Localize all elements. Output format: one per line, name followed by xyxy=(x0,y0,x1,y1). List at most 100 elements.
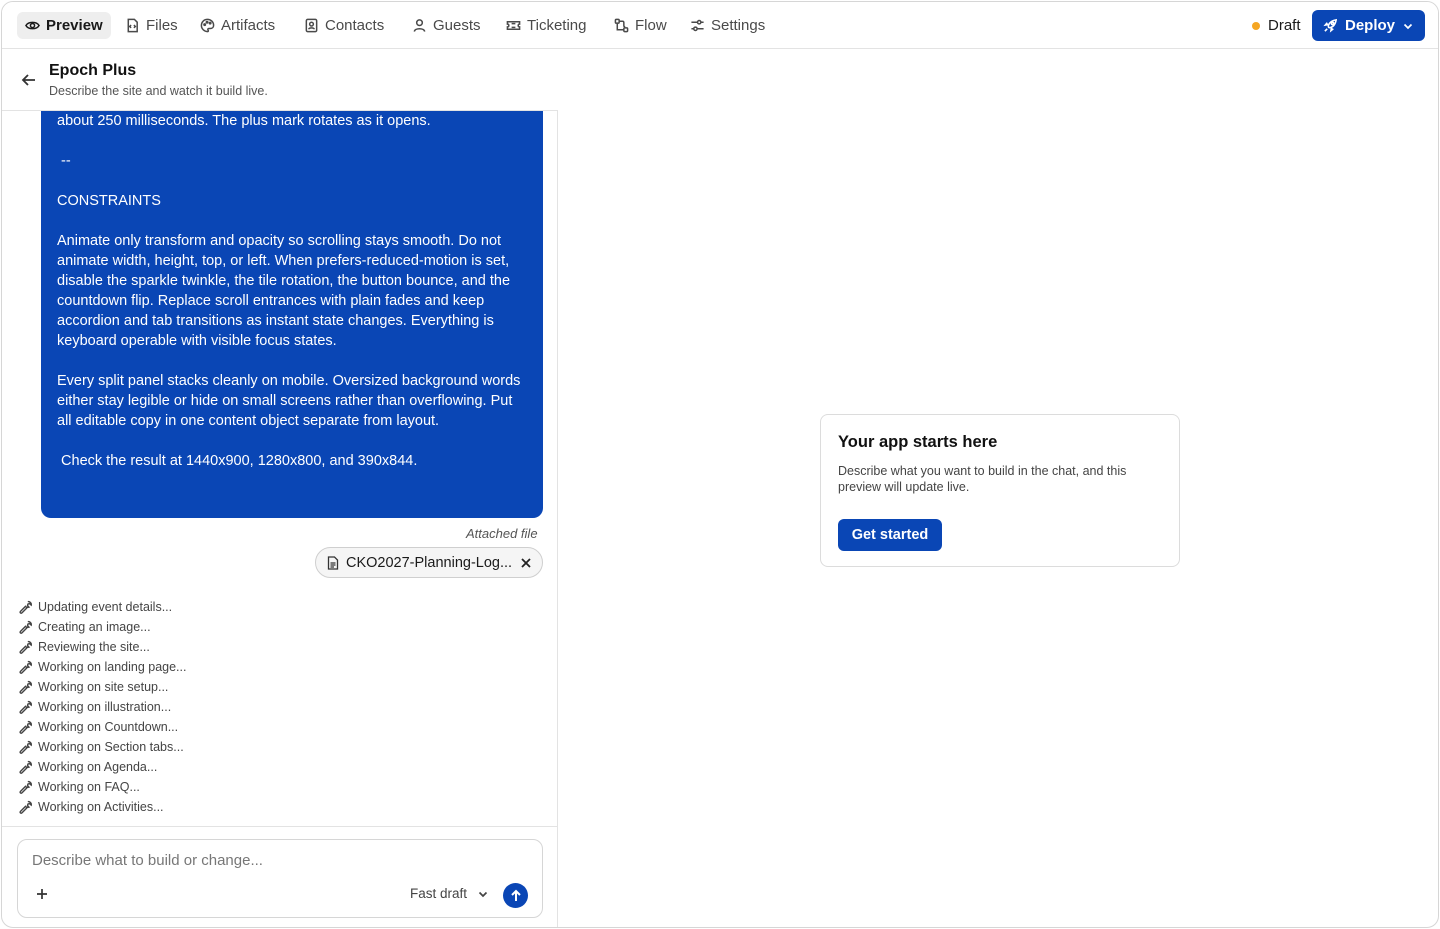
contact-card-icon xyxy=(305,18,318,33)
arrow-left-icon xyxy=(21,74,35,86)
palette-icon xyxy=(200,18,215,33)
chat-header: Epoch Plus Describe the site and watch i… xyxy=(2,49,558,111)
wrench-icon xyxy=(19,680,32,694)
tab-label: Contacts xyxy=(325,17,385,34)
progress-step-label: Working on site setup... xyxy=(38,680,169,694)
tab-label: Settings xyxy=(711,17,766,34)
progress-step-label: Working on Section tabs... xyxy=(38,740,184,754)
tab-artifacts[interactable]: Artifacts xyxy=(192,12,283,39)
progress-step: Working on site setup... xyxy=(18,677,186,697)
tab-label: Artifacts xyxy=(221,17,276,34)
document-icon xyxy=(327,555,339,570)
eye-icon xyxy=(25,21,40,30)
wrench-icon xyxy=(19,620,32,634)
preview-title: Your app starts here xyxy=(838,433,998,451)
deploy-label: Deploy xyxy=(1344,17,1395,34)
progress-step-label: Working on illustration... xyxy=(38,700,172,714)
progress-step-label: Working on Countdown... xyxy=(38,720,179,734)
progress-step-label: Creating an image... xyxy=(38,620,151,634)
wrench-icon xyxy=(19,700,32,714)
mode-label: Fast draft xyxy=(410,886,468,901)
progress-step-label: Working on Activities... xyxy=(38,800,164,814)
progress-step: Working on landing page... xyxy=(18,657,186,677)
top-nav: Preview Files Artifacts Contacts Guests … xyxy=(2,2,1438,49)
wrench-icon xyxy=(19,800,32,814)
tab-contacts[interactable]: Contacts xyxy=(296,12,392,39)
progress-step: Working on FAQ... xyxy=(18,777,186,797)
remove-file-button[interactable] xyxy=(520,557,532,569)
progress-step-label: Working on FAQ... xyxy=(38,780,140,794)
message-line xyxy=(57,131,527,151)
user-icon xyxy=(413,19,426,32)
progress-step: Working on Activities... xyxy=(18,797,186,817)
progress-step: Creating an image... xyxy=(18,617,186,637)
progress-step: Working on Countdown... xyxy=(18,717,186,737)
message-line: Animate only transform and opacity so sc… xyxy=(57,233,515,349)
message-line: Check the result at 1440x900, 1280x800, … xyxy=(57,453,418,469)
status-label: Draft xyxy=(1268,17,1301,34)
composer: Fast draft xyxy=(17,839,543,918)
wrench-icon xyxy=(19,780,32,794)
message-line xyxy=(57,171,527,191)
attached-file-label: Attached file xyxy=(466,526,538,541)
progress-step: Working on Agenda... xyxy=(18,757,186,777)
progress-step-label: Working on Agenda... xyxy=(38,760,158,774)
send-button[interactable] xyxy=(503,883,528,908)
user-message-bubble: about 250 milliseconds. The plus mark ro… xyxy=(41,111,543,518)
empty-preview-card: Your app starts here Describe what you w… xyxy=(820,414,1180,567)
message-line xyxy=(57,211,527,231)
chat-panel: Epoch Plus Describe the site and watch i… xyxy=(2,49,558,927)
rocket-icon xyxy=(1323,18,1338,33)
tab-preview[interactable]: Preview xyxy=(17,12,111,39)
wrench-icon xyxy=(19,740,32,754)
message-line xyxy=(57,431,527,451)
prompt-input[interactable] xyxy=(32,852,522,874)
message-line: -- xyxy=(57,153,71,169)
tab-ticketing[interactable]: Ticketing xyxy=(498,12,594,39)
back-button[interactable] xyxy=(20,71,38,89)
progress-step: Reviewing the site... xyxy=(18,637,186,657)
attached-file-chip[interactable]: CKO2027-Planning-Log... xyxy=(315,547,543,578)
progress-step-label: Reviewing the site... xyxy=(38,640,150,654)
tab-label: Ticketing xyxy=(527,17,587,34)
arrow-up-icon xyxy=(510,889,521,901)
tab-label: Preview xyxy=(46,17,103,34)
message-line xyxy=(57,351,527,371)
wrench-icon xyxy=(19,760,32,774)
message-line: Every split panel stacks cleanly on mobi… xyxy=(57,373,525,429)
attached-file-name: CKO2027-Planning-Log... xyxy=(346,554,513,571)
project-title: Epoch Plus xyxy=(49,62,137,79)
project-subtitle: Describe the site and watch it build liv… xyxy=(49,84,268,98)
chevron-down-icon xyxy=(478,891,488,897)
message-line: CONSTRAINTS xyxy=(57,193,161,209)
progress-step: Working on illustration... xyxy=(18,697,186,717)
mode-select[interactable]: Fast draft xyxy=(410,886,489,901)
progress-step: Updating event details... xyxy=(18,597,186,617)
tab-settings[interactable]: Settings xyxy=(682,12,773,39)
progress-steps: Updating event details... Creating an ima… xyxy=(18,597,186,817)
wrench-icon xyxy=(19,660,32,674)
status-indicator: Draft xyxy=(1252,17,1301,34)
composer-area: Fast draft xyxy=(2,826,558,927)
close-icon xyxy=(521,557,531,568)
tab-files[interactable]: Files xyxy=(117,12,186,39)
plus-icon xyxy=(37,889,47,899)
app-window: Preview Files Artifacts Contacts Guests … xyxy=(1,1,1439,928)
chevron-down-icon xyxy=(1403,23,1413,29)
message-line: about 250 milliseconds. The plus mark ro… xyxy=(57,113,431,129)
preview-description: Describe what you want to build in the c… xyxy=(838,464,1127,494)
add-attachment-button[interactable] xyxy=(34,886,50,902)
file-code-icon xyxy=(127,18,138,33)
tab-label: Guests xyxy=(433,17,481,34)
deploy-button[interactable]: Deploy xyxy=(1312,10,1425,41)
progress-step-label: Working on landing page... xyxy=(38,660,187,674)
flow-icon xyxy=(614,18,629,33)
wrench-icon xyxy=(19,600,32,614)
wrench-icon xyxy=(19,640,32,654)
tab-guests[interactable]: Guests xyxy=(404,12,489,39)
progress-step-label: Updating event details... xyxy=(38,600,173,614)
status-dot xyxy=(1252,21,1260,30)
get-started-button[interactable]: Get started xyxy=(838,519,942,551)
tab-flow[interactable]: Flow xyxy=(606,12,675,39)
tab-label: Flow xyxy=(635,17,667,34)
